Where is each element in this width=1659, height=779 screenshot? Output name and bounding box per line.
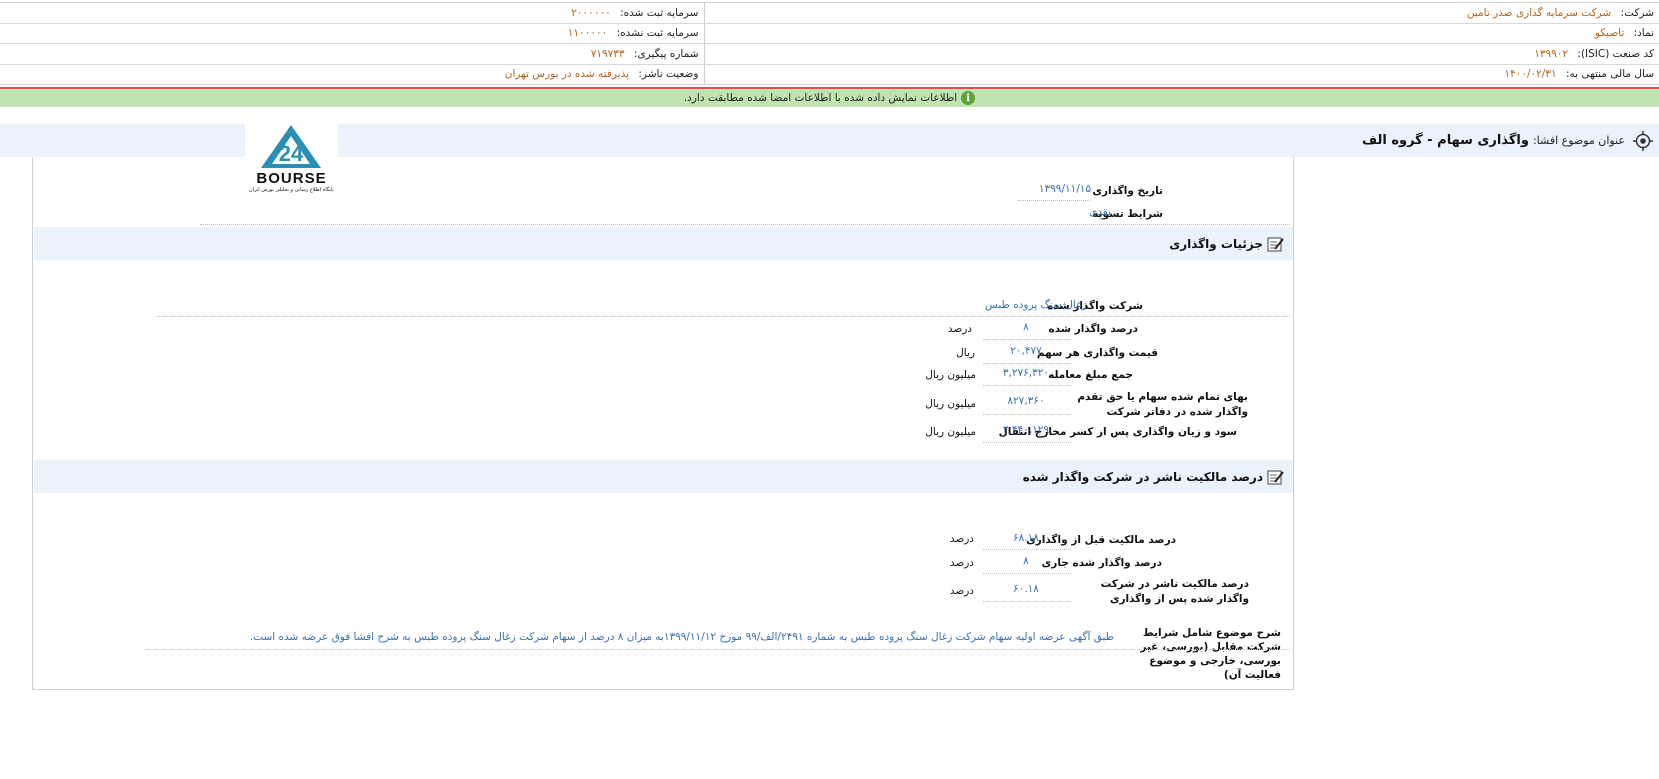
publisher-status-cell: وضعیت ناشر: پذیرفته شده در بورس تهران (0, 63, 704, 85)
company-info-table: شرکت: شرکت سرمایه گذاری صدر تامین سرمایه… (0, 2, 1659, 85)
fiscal-year-label: سال مالی منتهی به: (1565, 68, 1654, 81)
dotted-separator (983, 363, 1071, 364)
book-cost-value: ۸۲۷,۳۶۰ (1007, 395, 1045, 407)
current-transfer-unit: درصد (949, 557, 974, 569)
profit-loss-value: ۲,۴۴۰,۱۲۹ (1002, 424, 1050, 436)
publisher-status-value: پذیرفته شده در بورس تهران (504, 68, 630, 81)
isic-value: ۱۳۹۹۰۲ (1534, 47, 1569, 60)
unregistered-capital-label: سرمایه ثبت نشده: (616, 27, 699, 40)
isic-label: کد صنعت (ISIC): (1577, 47, 1654, 60)
total-amount-unit: میلیون ریال (925, 369, 976, 381)
info-icon: i (961, 91, 976, 105)
ownership-after-label: درصد مالکیت ناشر در شرکت واگذار شده پس ا… (1100, 578, 1249, 605)
unregistered-capital-cell: سرمایه ثبت نشده: ۱۱۰۰۰۰۰ (0, 22, 704, 44)
disclosure-title-label: عنوان موضوع افشا: (1532, 134, 1625, 147)
fiscal-year-cell: سال مالی منتهی به: ۱۴۰۰/۰۲/۳۱ (703, 63, 1659, 85)
ownership-after-unit: درصد (949, 585, 974, 597)
registered-capital-cell: سرمایه ثبت شده: ۲۰۰۰۰۰۰ (0, 2, 704, 24)
disclosure-title-value: واگذاری سهام - گروه الف (1361, 133, 1529, 148)
ownership-before-unit: درصد (949, 533, 974, 545)
transfer-date-value: ۱۳۹۹/۱۱/۱۵ (1038, 183, 1092, 195)
company-label: شرکت: (1620, 6, 1654, 19)
isic-cell: کد صنعت (ISIC): ۱۳۹۹۰۲ (703, 43, 1659, 65)
tracking-value: ۷۱۹۷۳۳ (590, 47, 625, 60)
section-transfer-details-header: جزئیات واگذاری (34, 227, 1293, 260)
share-price-unit: ریال (956, 347, 975, 359)
current-transfer-value: ۸ (1023, 555, 1029, 567)
tracking-cell: شماره پیگیری: ۷۱۹۷۳۳ (0, 43, 704, 65)
dotted-separator (155, 316, 1290, 317)
symbol-label: نماد: (1633, 27, 1654, 40)
section-ownership-header: درصد مالکیت ناشر در شرکت واگذار شده (34, 460, 1293, 493)
ownership-before-value: ۶۸.۱۸ (1013, 532, 1039, 544)
book-cost-unit: میلیون ریال (925, 398, 976, 410)
dotted-separator (983, 601, 1071, 602)
section-ownership-title: درصد مالکیت ناشر در شرکت واگذار شده (1022, 469, 1263, 484)
company-value[interactable]: شرکت سرمایه گذاری صدر تامین (1467, 7, 1611, 19)
book-cost-label: بهای تمام شده سهام یا حق تقدم واگذار شده… (1077, 391, 1248, 418)
dotted-separator (983, 573, 1071, 574)
tracking-label: شماره پیگیری: (633, 47, 699, 60)
info-row: سال مالی منتهی به: ۱۴۰۰/۰۲/۳۱ وضعیت ناشر… (0, 63, 1659, 85)
unregistered-capital-value: ۱۱۰۰۰۰۰ (567, 27, 608, 40)
share-price-value: ۲۰,۴۷۷ (1010, 345, 1042, 357)
description-label: شرح موضوع شامل شرایط شرکت مقابل (بورسی، … (1140, 627, 1281, 681)
target-icon (1633, 130, 1653, 151)
symbol-value[interactable]: تاصیکو (1595, 27, 1624, 39)
dotted-separator (983, 414, 1071, 415)
transferred-company-value[interactable]: زغال سنگ پروده طبس (985, 299, 1087, 311)
info-row: شرکت: شرکت سرمایه گذاری صدر تامین سرمایه… (0, 2, 1659, 24)
info-row: کد صنعت (ISIC): ۱۳۹۹۰۲ شماره پیگیری: ۷۱۹… (0, 43, 1659, 65)
dotted-separator (200, 224, 1290, 225)
status-message: اطلاعات نمایش داده شده با اطلاعات امضا ش… (683, 92, 958, 104)
settlement-value: نقدی (1089, 206, 1111, 218)
fiscal-year-value: ۱۴۰۰/۰۲/۳۱ (1504, 68, 1557, 81)
profit-loss-unit: میلیون ریال (925, 426, 976, 438)
company-cell: شرکت: شرکت سرمایه گذاری صدر تامین (703, 2, 1659, 24)
info-row: نماد: تاصیکو سرمایه ثبت نشده: ۱۱۰۰۰۰۰ (0, 22, 1659, 44)
dotted-separator (1018, 200, 1090, 201)
edit-note-icon (1267, 470, 1284, 484)
dotted-separator (983, 549, 1071, 550)
symbol-cell: نماد: تاصیکو (703, 22, 1659, 44)
edit-note-icon (1267, 237, 1284, 251)
signature-status-bar: i اطلاعات نمایش داده شده با اطلاعات امضا… (0, 89, 1659, 107)
dotted-separator (983, 442, 1071, 443)
total-amount-value: ۳,۲۷۶,۳۲۰ (1002, 367, 1050, 379)
registered-capital-value: ۲۰۰۰۰۰۰ (571, 6, 611, 19)
dotted-separator (145, 649, 1290, 650)
transfer-percent-value: ۸ (1023, 321, 1029, 333)
transfer-percent-unit: درصد (947, 323, 972, 335)
publisher-status-label: وضعیت ناشر: (638, 68, 699, 81)
section-transfer-details-title: جزئیات واگذاری (1169, 236, 1263, 251)
dotted-separator (983, 385, 1071, 386)
ownership-after-value: ۶۰.۱۸ (1013, 583, 1039, 595)
dotted-separator (983, 339, 1071, 340)
registered-capital-label: سرمایه ثبت شده: (620, 6, 699, 19)
description-value: طبق آگهی عرضه اولیه سهام شرکت زغال سنگ پ… (249, 631, 1114, 643)
